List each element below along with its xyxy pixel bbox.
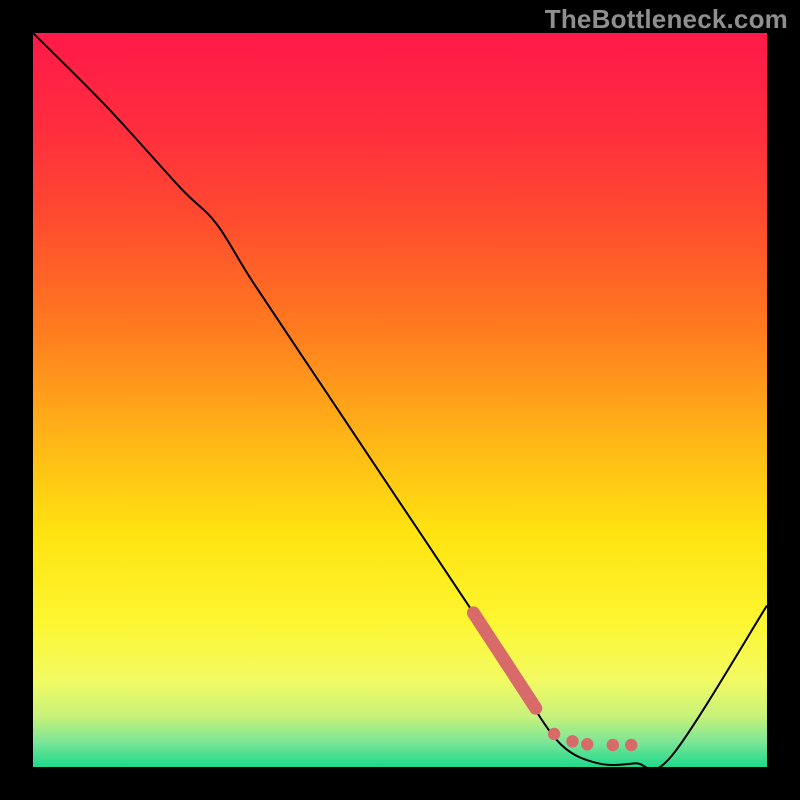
curve-layer bbox=[33, 33, 767, 767]
highlight-dot bbox=[548, 728, 560, 740]
bottleneck-curve bbox=[33, 33, 767, 767]
highlight-dot bbox=[625, 739, 637, 751]
watermark-text: TheBottleneck.com bbox=[545, 4, 788, 35]
highlight-dot bbox=[581, 738, 593, 750]
plot-area bbox=[33, 33, 767, 767]
highlight-dot bbox=[566, 735, 578, 747]
highlight-thick-segment bbox=[473, 613, 535, 708]
highlight-dots bbox=[548, 728, 637, 751]
chart-frame: TheBottleneck.com bbox=[0, 0, 800, 800]
highlight-dot bbox=[607, 739, 619, 751]
